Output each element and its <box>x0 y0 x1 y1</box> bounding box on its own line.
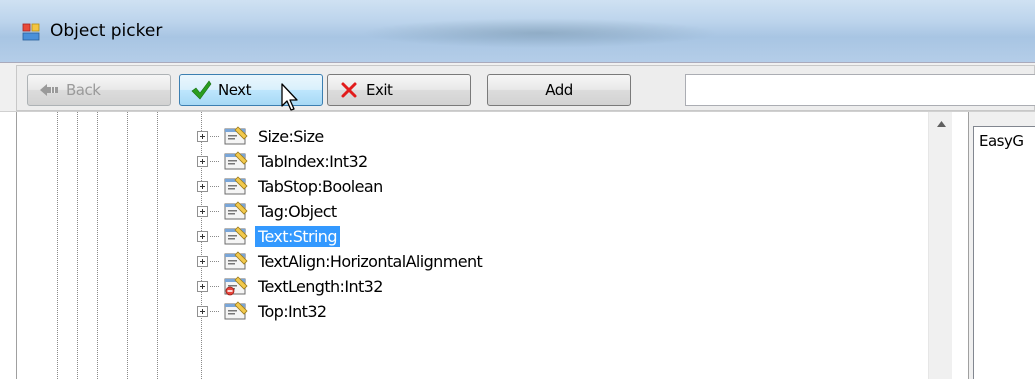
tree-item[interactable]: TextLength:Int32 <box>197 275 386 297</box>
tree-item-label: Size:Size <box>258 126 324 146</box>
tree-guide-line <box>157 112 158 379</box>
tree-item-label: TextAlign:HorizontalAlignment <box>258 251 483 271</box>
details-panel: EasyG <box>968 112 1035 379</box>
back-button[interactable]: Back <box>27 74 171 106</box>
exit-button-label: Exit <box>366 81 393 99</box>
tree-connector <box>210 135 220 137</box>
tree-item-label: Top:Int32 <box>258 301 327 321</box>
property-icon <box>224 251 248 270</box>
exit-button[interactable]: Exit <box>327 74 471 106</box>
expand-plus-icon[interactable] <box>197 180 208 192</box>
tree-guide-line <box>127 112 128 379</box>
tree-item-label: TabStop:Boolean <box>258 176 383 196</box>
add-button[interactable]: Add <box>487 74 631 106</box>
expand-plus-icon[interactable] <box>197 305 208 317</box>
tree-item[interactable]: Top:Int32 <box>197 300 329 322</box>
tree-connector <box>210 260 220 262</box>
expand-plus-icon[interactable] <box>197 205 208 217</box>
toolbar: Back Next Exit Add <box>0 62 1035 112</box>
property-icon <box>224 301 248 320</box>
checkmark-icon <box>191 80 212 100</box>
tree-connector <box>210 210 220 212</box>
arrow-up-icon <box>936 121 946 127</box>
window-app-icon <box>22 23 40 41</box>
tree-connector <box>210 185 220 187</box>
expand-plus-icon[interactable] <box>197 230 208 242</box>
property-icon <box>224 226 248 245</box>
expand-plus-icon[interactable] <box>197 155 208 167</box>
add-button-label: Add <box>545 81 573 99</box>
property-icon <box>224 201 248 220</box>
tree-connector <box>210 285 220 287</box>
tree-guide-line <box>97 112 98 379</box>
tree-item[interactable]: Size:Size <box>197 125 327 147</box>
details-text: EasyG <box>979 132 1024 150</box>
window-title: Object picker <box>50 21 163 41</box>
tree-item[interactable]: TextAlign:HorizontalAlignment <box>197 250 485 272</box>
close-x-icon <box>341 82 357 98</box>
object-tree[interactable]: Size:Size TabIndex:Int32 TabStop:Boolean Ta… <box>16 112 968 379</box>
next-button-label: Next <box>218 81 251 99</box>
next-button[interactable]: Next <box>179 74 323 106</box>
tree-guide-line <box>57 112 58 379</box>
tree-item-label: TabIndex:Int32 <box>258 151 368 171</box>
tree-connector <box>210 160 220 162</box>
details-textbox[interactable]: EasyG <box>973 126 1035 379</box>
expand-plus-icon[interactable] <box>197 255 208 267</box>
search-input[interactable] <box>685 74 1035 106</box>
tree-item-label: TextLength:Int32 <box>258 276 383 296</box>
tree-item[interactable]: TabStop:Boolean <box>197 175 386 197</box>
scroll-up-button[interactable] <box>929 112 953 136</box>
tree-scrollbar[interactable] <box>928 112 952 379</box>
tree-item-label: Tag:Object <box>258 201 337 221</box>
title-bar[interactable]: Object picker <box>0 0 1035 62</box>
toolbar-strip: Back Next Exit Add <box>16 65 1035 111</box>
expand-plus-icon[interactable] <box>197 280 208 292</box>
readonly-property-icon <box>224 276 248 296</box>
expand-plus-icon[interactable] <box>197 130 208 142</box>
back-arrow-icon <box>40 84 58 96</box>
tree-item-label: Text:String <box>255 225 340 247</box>
property-icon <box>224 151 248 170</box>
tree-guide-line <box>77 112 78 379</box>
back-button-label: Back <box>66 81 101 99</box>
tree-connector <box>210 235 220 237</box>
tree-item[interactable]: TabIndex:Int32 <box>197 150 371 172</box>
property-icon <box>224 126 248 145</box>
tree-item[interactable]: Tag:Object <box>197 200 340 222</box>
tree-connector <box>210 310 220 312</box>
tree-item[interactable]: Text:String <box>197 225 340 247</box>
property-icon <box>224 176 248 195</box>
